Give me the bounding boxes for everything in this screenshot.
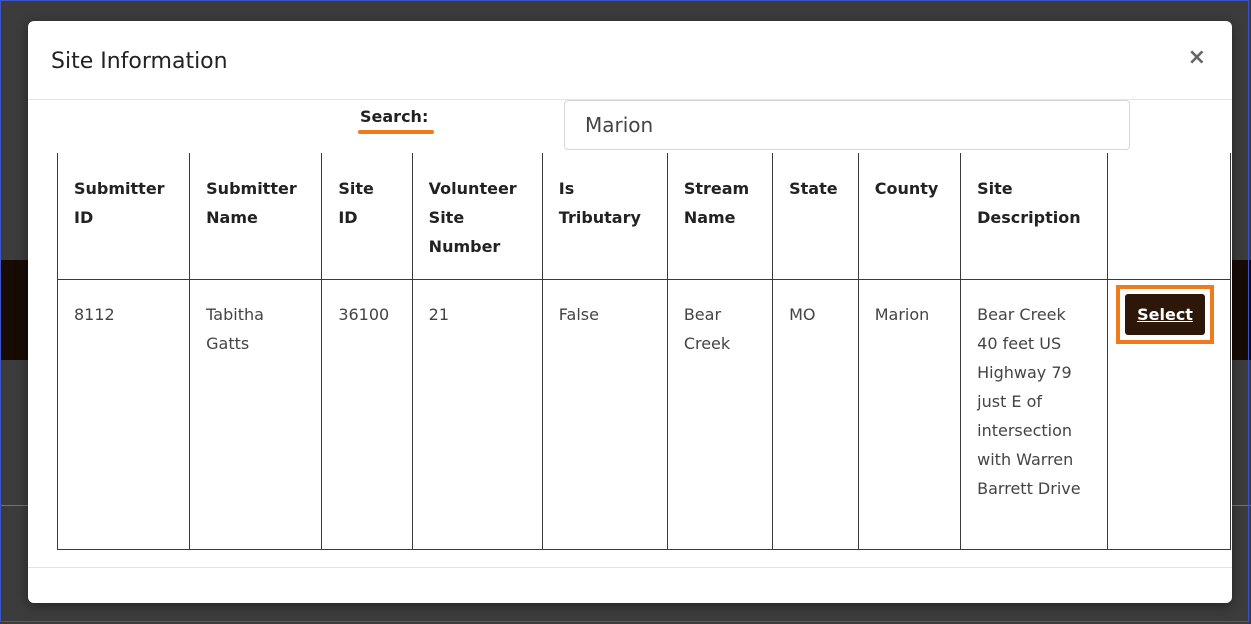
column-header[interactable]: State <box>772 153 859 280</box>
column-header[interactable]: Is Tributary <box>541 153 668 280</box>
column-header[interactable]: Stream Name <box>666 153 774 280</box>
cell-volunteer-site-number: 21 <box>411 279 543 550</box>
table-header-row: Submitter ID Submitter Name Site ID Volu… <box>56 153 1231 280</box>
column-header[interactable]: Submitter ID <box>56 153 191 280</box>
cell-county: Marion <box>857 279 962 550</box>
search-label: Search: <box>360 107 429 126</box>
column-header[interactable]: Submitter Name <box>189 153 323 280</box>
search-row: Search: <box>28 100 1232 152</box>
search-input[interactable] <box>564 100 1130 150</box>
column-header[interactable]: Site ID <box>321 153 413 280</box>
search-label-highlight <box>358 130 434 134</box>
cell-action: Select <box>1107 279 1231 550</box>
cell-site-id: 36100 <box>321 279 413 550</box>
column-header <box>1107 153 1231 280</box>
cell-state: MO <box>772 279 859 550</box>
column-header[interactable]: Volunteer Site Number <box>411 153 543 280</box>
cell-is-tributary: False <box>541 279 668 550</box>
modal-title: Site Information <box>51 49 228 74</box>
close-icon[interactable]: × <box>1188 47 1206 69</box>
select-button[interactable]: Select <box>1125 294 1205 335</box>
column-header[interactable]: Site Description <box>960 153 1109 280</box>
column-header[interactable]: County <box>857 153 962 280</box>
table-row: 8112 Tabitha Gatts 36100 21 False Bear C… <box>56 279 1231 550</box>
modal-header: Site Information × <box>28 21 1232 100</box>
cell-stream-name: Bear Creek <box>666 279 774 550</box>
cell-site-description: Bear Creek 40 feet US Highway 79 just E … <box>960 279 1109 550</box>
cell-submitter-name: Tabitha Gatts <box>189 279 323 550</box>
results-table: Submitter ID Submitter Name Site ID Volu… <box>56 153 1231 550</box>
modal-footer-divider <box>28 567 1232 568</box>
cell-submitter-id: 8112 <box>56 279 191 550</box>
site-information-modal: Site Information × Search: Submitter ID … <box>28 21 1232 603</box>
select-button-highlight: Select <box>1116 285 1214 344</box>
